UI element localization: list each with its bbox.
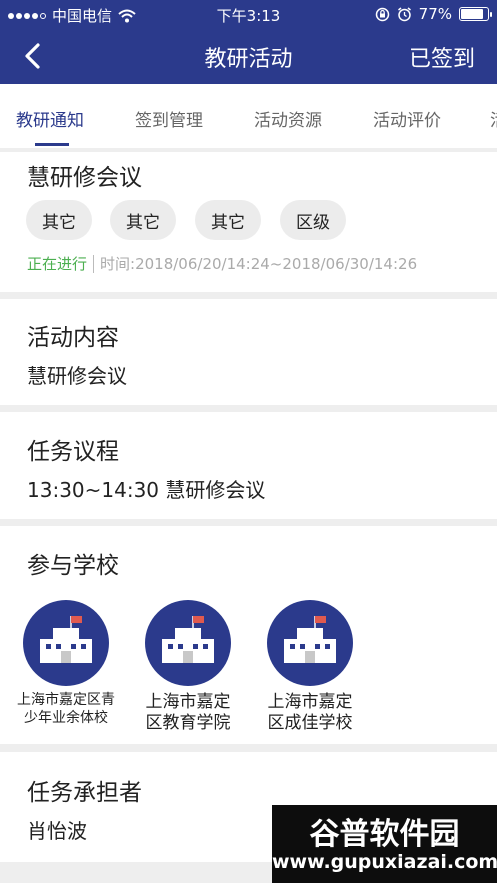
watermark-url: www.gupuxiazai.com	[272, 851, 497, 873]
school-item[interactable]: 上海市嘉定 区教育学院	[138, 600, 238, 735]
assignee-name: 肖怡波	[27, 819, 87, 843]
watermark-text: 谷普软件园	[309, 817, 460, 852]
content-text: 慧研修会议	[27, 364, 127, 388]
agenda-text: 13:30~14:30 慧研修会议	[27, 478, 266, 502]
battery-icon	[459, 7, 492, 21]
school-item[interactable]: 上海市嘉定 区成佳学校	[260, 600, 360, 735]
tab-activity-evaluation[interactable]: 活动评价	[373, 106, 441, 131]
school-name-line1: 上海市嘉定	[267, 692, 353, 712]
schools-heading: 参与学校	[27, 553, 119, 579]
tag-chip: 其它	[110, 200, 176, 240]
school-name-line2: 区成佳学校	[267, 713, 353, 734]
activity-status-line: 正在进行 时间:2018/06/20/14:24~2018/06/30/14:2…	[27, 253, 417, 274]
tab-more[interactable]: 活	[490, 106, 497, 131]
divider	[93, 254, 95, 273]
tab-research-notice[interactable]: 教研通知	[16, 106, 84, 131]
tab-bar: 教研通知 签到管理 活动资源 活动评价 活	[0, 84, 497, 148]
tab-activity-resources[interactable]: 活动资源	[254, 106, 322, 131]
school-name-line2: 少年业余体校	[24, 709, 108, 726]
signed-in-button[interactable]: 已签到	[409, 41, 475, 73]
school-building-icon	[23, 600, 109, 686]
rotation-lock-icon	[375, 7, 389, 21]
status-bar: 中国电信 下午3:13 77%	[0, 0, 497, 28]
battery-percent: 77%	[418, 5, 452, 23]
school-name-line2: 区教育学院	[145, 713, 231, 734]
school-item[interactable]: 上海市嘉定区青 少年业余体校	[16, 600, 116, 727]
status-badge: 正在进行	[27, 255, 88, 273]
school-building-icon	[145, 600, 231, 686]
tab-signin-management[interactable]: 签到管理	[135, 106, 203, 131]
agenda-heading: 任务议程	[27, 439, 119, 465]
watermark: 谷普软件园 www.gupuxiazai.com	[272, 805, 497, 883]
nav-bar: 教研活动 已签到	[0, 28, 497, 84]
content-card	[0, 299, 497, 405]
school-name-line1: 上海市嘉定区青	[17, 692, 115, 708]
alarm-icon	[397, 6, 411, 21]
content-heading: 活动内容	[27, 325, 119, 351]
tag-chip: 其它	[26, 200, 92, 240]
school-name-line1: 上海市嘉定	[145, 692, 231, 712]
assignee-heading: 任务承担者	[27, 780, 142, 806]
activity-title: 慧研修会议	[27, 165, 142, 191]
school-building-icon	[267, 600, 353, 686]
tag-chip: 其它	[195, 200, 261, 240]
tag-chip-level: 区级	[280, 200, 346, 240]
active-tab-indicator	[35, 143, 69, 146]
activity-time: 时间:2018/06/20/14:24~2018/06/30/14:26	[100, 255, 418, 273]
